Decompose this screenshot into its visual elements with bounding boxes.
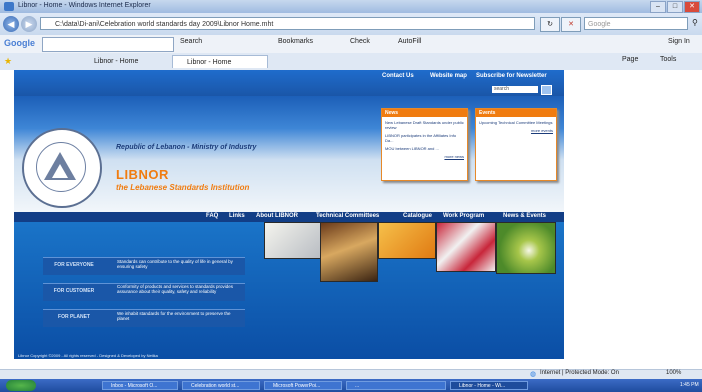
window-title: Libnor - Home - Windows Internet Explore… bbox=[18, 2, 151, 9]
search-icon[interactable]: ⚲ bbox=[692, 18, 698, 27]
globe-icon: ◍ bbox=[530, 371, 537, 378]
address-toolbar: ◀ ▶ C:\data\Di-ani\Celebration world sta… bbox=[0, 13, 702, 35]
events-title: Events bbox=[476, 109, 556, 117]
fabric-photo bbox=[436, 222, 496, 272]
nav-links[interactable]: Links bbox=[229, 213, 245, 219]
nav-faq[interactable]: FAQ bbox=[206, 213, 218, 219]
minimize-button[interactable]: – bbox=[650, 1, 666, 13]
taskbar-item[interactable]: ... bbox=[346, 381, 446, 390]
pillar-label[interactable]: FOR PLANET bbox=[43, 314, 105, 320]
site-search-input[interactable]: search bbox=[492, 86, 538, 93]
more-events-link[interactable]: more events bbox=[479, 128, 553, 133]
tools-menu[interactable]: Tools bbox=[660, 56, 676, 63]
pillar-label[interactable]: FOR EVERYONE bbox=[43, 262, 105, 268]
security-zone[interactable]: Internet | Protected Mode: On bbox=[540, 370, 619, 376]
start-button[interactable] bbox=[6, 380, 36, 391]
bookmarks-button[interactable]: Bookmarks bbox=[278, 38, 313, 45]
taskbar-clock: 1:45 PM bbox=[680, 382, 699, 388]
news-title: News bbox=[382, 109, 467, 117]
product-photo bbox=[378, 222, 436, 259]
stop-button[interactable]: ✕ bbox=[561, 17, 581, 32]
news-item[interactable]: New Lebanese Draft Standards under publi… bbox=[385, 120, 464, 130]
search-input[interactable]: Google bbox=[584, 17, 688, 30]
environment-photo bbox=[496, 222, 556, 274]
google-search-input[interactable] bbox=[42, 37, 174, 52]
pillar-text: Conformity of products and services to s… bbox=[117, 284, 234, 294]
taskbar-item[interactable]: Inbox - Microsoft O... bbox=[102, 381, 178, 390]
seal-triangle-inner bbox=[52, 164, 68, 178]
google-logo: Google bbox=[4, 38, 35, 48]
site-copyright: Libnor Copyright ©2009 - All rights rese… bbox=[18, 353, 158, 358]
taskbar-item[interactable]: Microsoft PowerPoi... bbox=[264, 381, 342, 390]
refresh-button[interactable]: ↻ bbox=[540, 17, 560, 32]
nav-news-events[interactable]: News & Events bbox=[503, 213, 546, 219]
google-toolbar: Google Search Bookmarks Check AutoFill S… bbox=[0, 35, 702, 54]
site-search-button[interactable] bbox=[541, 85, 552, 95]
tab-libnor-2[interactable]: Libnor - Home bbox=[172, 55, 268, 68]
events-box: Events Upcoming Technical Committee Meet… bbox=[475, 108, 557, 181]
newsletter-link[interactable]: Subscribe for Newsletter bbox=[476, 73, 547, 79]
site-name: LIBNOR bbox=[116, 167, 169, 182]
nav-catalogue[interactable]: Catalogue bbox=[403, 213, 432, 219]
tab-bar: ★ Libnor - Home Libnor - Home Page Tools bbox=[0, 53, 702, 71]
nav-work-program[interactable]: Work Program bbox=[443, 213, 484, 219]
address-input[interactable]: C:\data\Di-ani\Celebration world standar… bbox=[40, 17, 535, 30]
nav-technical-committees[interactable]: Technical Committees bbox=[316, 213, 379, 219]
back-button[interactable]: ◀ bbox=[3, 16, 19, 32]
news-item[interactable]: LIBNOR participates in the Affiliates In… bbox=[385, 133, 464, 143]
page-menu[interactable]: Page bbox=[622, 56, 638, 63]
sign-in-link[interactable]: Sign In bbox=[668, 38, 690, 45]
pillar-label[interactable]: FOR CUSTOMER bbox=[43, 288, 105, 294]
site-subtitle: the Lebanese Standards Institution bbox=[116, 183, 250, 192]
window-title-bar: Libnor - Home - Windows Internet Explore… bbox=[0, 0, 702, 13]
pillar-text: Standards can contribute to the quality … bbox=[117, 259, 233, 269]
taskbar-item[interactable]: Libnor - Home - Wi... bbox=[450, 381, 528, 390]
more-news-link[interactable]: more news bbox=[385, 154, 464, 159]
maximize-button[interactable]: □ bbox=[667, 1, 683, 13]
standards-photo bbox=[264, 222, 322, 259]
ie-icon bbox=[4, 2, 14, 11]
tab-libnor-1[interactable]: Libnor - Home bbox=[80, 55, 170, 68]
news-box: News New Lebanese Draft Standards under … bbox=[381, 108, 468, 181]
forward-button[interactable]: ▶ bbox=[21, 16, 37, 32]
news-item[interactable]: MOU between LIBNOR and ... bbox=[385, 146, 464, 151]
check-button[interactable]: Check bbox=[350, 38, 370, 45]
pillar-text: We inhabit standards for the environment… bbox=[117, 311, 231, 321]
favorites-star-icon[interactable]: ★ bbox=[4, 56, 12, 67]
zoom-level[interactable]: 100% bbox=[666, 370, 681, 376]
ministry-title: Republic of Lebanon - Ministry of Indust… bbox=[116, 144, 257, 151]
google-search-button[interactable]: Search bbox=[180, 38, 202, 45]
autofill-button[interactable]: AutoFill bbox=[398, 38, 421, 45]
taskbar-item[interactable]: Celebration world st... bbox=[182, 381, 260, 390]
close-button[interactable]: ✕ bbox=[684, 1, 700, 13]
nav-about[interactable]: About LIBNOR bbox=[256, 213, 298, 219]
website-map-link[interactable]: Website map bbox=[430, 73, 467, 79]
contact-us-link[interactable]: Contact Us bbox=[382, 73, 414, 79]
event-item[interactable]: Upcoming Technical Committee Meetings bbox=[479, 120, 553, 125]
window-controls: – □ ✕ bbox=[650, 1, 700, 13]
meeting-photo bbox=[320, 222, 378, 282]
